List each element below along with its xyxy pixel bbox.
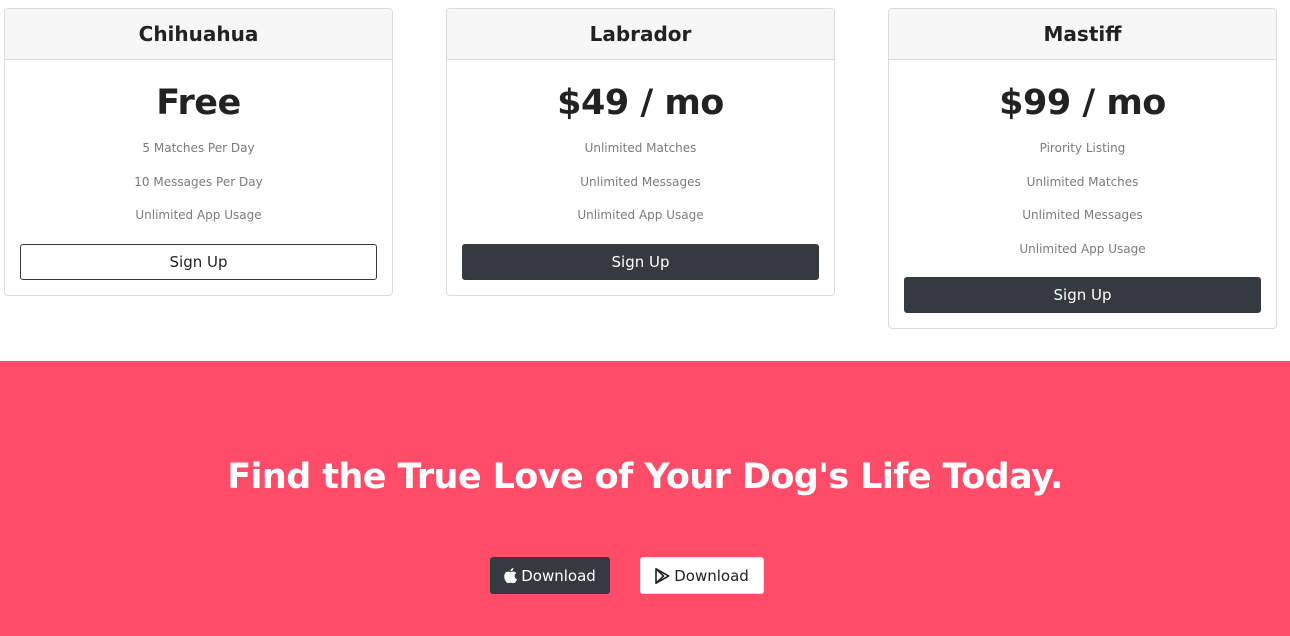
plan-name: Mastiff: [889, 9, 1276, 60]
plan-price: Free: [156, 83, 241, 123]
feature-list: 5 Matches Per Day 10 Messages Per Day Un…: [20, 141, 377, 242]
pricing-card-labrador: Labrador $49 / mo Unlimited Matches Unli…: [446, 8, 835, 296]
apple-download-button[interactable]: Download: [490, 557, 610, 594]
google-play-download-label: Download: [674, 566, 749, 585]
pricing-card-mastiff: Mastiff $99 / mo Pirority Listing Unlimi…: [888, 8, 1277, 329]
pricing-section: Chihuahua Free 5 Matches Per Day 10 Mess…: [0, 0, 1290, 361]
apple-download-label: Download: [521, 566, 596, 585]
feature-item: 5 Matches Per Day: [142, 141, 255, 155]
plan-price: $49 / mo: [557, 83, 724, 123]
plan-price: $99 / mo: [999, 83, 1166, 123]
pricing-card-chihuahua: Chihuahua Free 5 Matches Per Day 10 Mess…: [4, 8, 393, 296]
feature-item: Unlimited Matches: [1026, 174, 1139, 189]
feature-item: Unlimited App Usage: [1019, 241, 1146, 256]
apple-icon: [504, 568, 518, 583]
cta-section: Find the True Love of Your Dog's Life To…: [0, 361, 1290, 636]
google-play-icon: [655, 567, 670, 584]
feature-item: Unlimited App Usage: [135, 208, 262, 222]
plan-name: Labrador: [447, 9, 834, 60]
sign-up-button[interactable]: Sign Up: [20, 243, 377, 280]
feature-list: Unlimited Matches Unlimited Messages Unl…: [462, 141, 819, 242]
feature-item: Pirority Listing: [1039, 141, 1126, 155]
cta-title: Find the True Love of Your Dog's Life To…: [227, 457, 1063, 497]
plan-name: Chihuahua: [5, 9, 392, 60]
sign-up-button[interactable]: Sign Up: [462, 243, 819, 280]
feature-item: Unlimited App Usage: [577, 208, 704, 222]
sign-up-button[interactable]: Sign Up: [904, 277, 1261, 313]
feature-item: 10 Messages Per Day: [134, 174, 263, 189]
google-play-download-button[interactable]: Download: [640, 557, 764, 594]
feature-item: Unlimited Messages: [1022, 208, 1143, 222]
feature-item: Unlimited Messages: [580, 174, 701, 189]
feature-item: Unlimited Matches: [584, 141, 697, 155]
feature-list: Pirority Listing Unlimited Matches Unlim…: [904, 141, 1261, 275]
